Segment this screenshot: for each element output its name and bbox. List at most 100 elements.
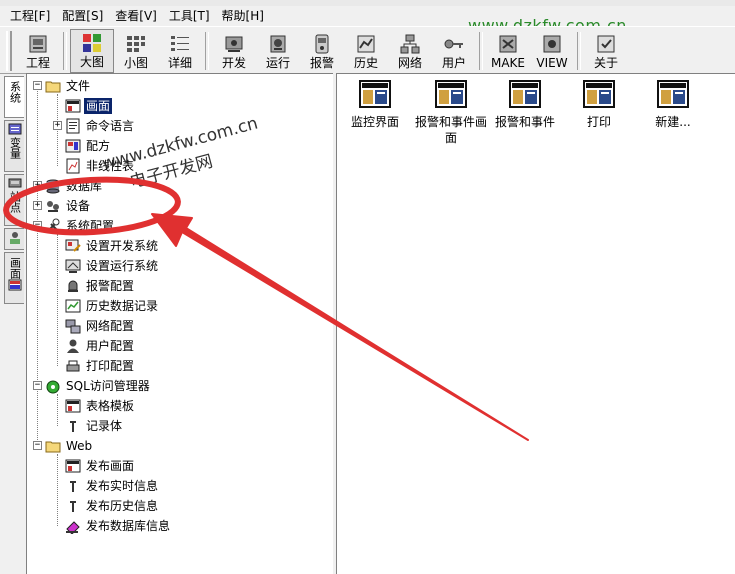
run-icon bbox=[270, 35, 286, 53]
toolbar-label: 运行 bbox=[265, 56, 290, 70]
toolbar-button-project[interactable]: 工程 bbox=[16, 29, 60, 73]
content-item-alarm-event-screen[interactable]: 报警和事件画面 bbox=[413, 80, 489, 146]
side-tab-label: 站点 bbox=[8, 191, 22, 213]
tree-item-network-config[interactable]: 网络配置 bbox=[65, 316, 136, 336]
large-icons-icon bbox=[83, 34, 101, 52]
database-icon bbox=[46, 179, 60, 194]
tree-item-label: 文件 bbox=[66, 79, 91, 93]
tree-item-publish-screen[interactable]: 发布画面 bbox=[65, 456, 136, 476]
toolbar-button-network[interactable]: 网络 bbox=[388, 29, 432, 73]
toolbar: 工程 大图 小图 详细 开发 运行 报警 历史 网络 用户 MAKE VIEW … bbox=[0, 26, 735, 74]
content-item-print[interactable]: 打印 bbox=[561, 80, 637, 130]
tree-item-label: 网络配置 bbox=[86, 319, 135, 333]
expand-toggle[interactable]: + bbox=[33, 201, 42, 210]
tree-item-device[interactable]: 设备 bbox=[45, 196, 92, 216]
alarm-bell-icon bbox=[68, 280, 78, 292]
tree-item-label: Web bbox=[66, 439, 93, 453]
collapse-toggle[interactable]: − bbox=[33, 81, 42, 90]
toolbar-separator bbox=[479, 32, 483, 70]
side-tab-people[interactable] bbox=[4, 228, 24, 250]
tree-item-user-config[interactable]: 用户配置 bbox=[65, 336, 136, 356]
screen-doc-icon bbox=[359, 80, 391, 108]
tree-item-label: 用户配置 bbox=[86, 339, 135, 353]
recipe-icon bbox=[65, 139, 81, 153]
tree-item-print-config[interactable]: 打印配置 bbox=[65, 356, 136, 376]
tree-item-label: 数据库 bbox=[66, 179, 103, 193]
collapse-toggle[interactable]: − bbox=[33, 221, 42, 230]
toolbar-separator bbox=[205, 32, 209, 70]
script-icon bbox=[66, 118, 80, 134]
network-icon bbox=[65, 319, 81, 334]
screen-icon bbox=[8, 279, 21, 291]
tree-item-file[interactable]: 文件 bbox=[45, 76, 92, 96]
collapse-toggle[interactable]: − bbox=[33, 441, 42, 450]
menu-view[interactable]: 查看[V] bbox=[109, 7, 163, 25]
expand-toggle[interactable]: + bbox=[33, 181, 42, 190]
toolbar-label: 关于 bbox=[593, 56, 618, 70]
tree-line bbox=[57, 234, 58, 366]
tree-item-label: 画面 bbox=[84, 98, 113, 114]
tree-item-run-settings[interactable]: 设置运行系统 bbox=[65, 256, 160, 276]
toolbar-label: 报警 bbox=[309, 56, 334, 70]
toolbar-button-run[interactable]: 运行 bbox=[256, 29, 300, 73]
tree-item-label: 发布画面 bbox=[86, 459, 135, 473]
tree-item-command-language[interactable]: 命令语言 bbox=[65, 116, 136, 136]
eraser-icon bbox=[66, 521, 80, 534]
toolbar-button-history[interactable]: 历史 bbox=[344, 29, 388, 73]
tree-item-table-template[interactable]: 表格模板 bbox=[65, 396, 136, 416]
toolbar-button-small-icons[interactable]: 小图 bbox=[114, 29, 158, 73]
expand-toggle[interactable]: + bbox=[53, 121, 62, 130]
tree-item-publish-database[interactable]: 发布数据库信息 bbox=[65, 516, 172, 536]
side-tab-screens[interactable]: 画面 bbox=[4, 252, 24, 304]
network-icon bbox=[400, 34, 420, 54]
tree-item-screens[interactable]: 画面 bbox=[65, 96, 113, 116]
tree-item-label: 记录体 bbox=[86, 419, 123, 433]
tree-item-label: 系统配置 bbox=[66, 219, 115, 233]
content-item-label: 报警和事件 bbox=[494, 115, 555, 129]
content-item-new[interactable]: 新建... bbox=[635, 80, 711, 130]
tree-item-dev-settings[interactable]: 设置开发系统 bbox=[65, 236, 160, 256]
record-icon bbox=[70, 481, 76, 492]
tree-item-sql-manager[interactable]: SQL访问管理器 bbox=[45, 376, 152, 396]
tree-item-system-config[interactable]: 系统配置 bbox=[45, 216, 116, 236]
toolbar-button-view[interactable]: VIEW bbox=[530, 29, 574, 73]
menu-tools[interactable]: 工具[T] bbox=[163, 7, 216, 25]
screen-doc-icon bbox=[657, 80, 689, 108]
tree-item-web[interactable]: Web bbox=[45, 436, 94, 456]
tree-item-database[interactable]: 数据库 bbox=[45, 176, 104, 196]
tree-item-label: 设置开发系统 bbox=[86, 239, 159, 253]
tree-item-publish-history[interactable]: 发布历史信息 bbox=[65, 496, 160, 516]
side-tab-station[interactable]: 站点 bbox=[4, 174, 24, 226]
small-icons-icon bbox=[127, 36, 145, 52]
tree-item-alarm-config[interactable]: 报警配置 bbox=[65, 276, 136, 296]
content-item-label: 打印 bbox=[586, 115, 611, 129]
user-icon bbox=[67, 339, 79, 353]
collapse-toggle[interactable]: − bbox=[33, 381, 42, 390]
content-item-alarm-event[interactable]: 报警和事件 bbox=[487, 80, 563, 130]
toolbar-button-details[interactable]: 详细 bbox=[158, 29, 202, 73]
side-tab-variables[interactable]: 变量 bbox=[4, 120, 24, 172]
content-item-monitor[interactable]: 监控界面 bbox=[337, 80, 413, 130]
side-tab-system[interactable]: 系统 bbox=[4, 76, 24, 118]
toolbar-button-large-icons[interactable]: 大图 bbox=[70, 29, 114, 73]
toolbar-button-develop[interactable]: 开发 bbox=[212, 29, 256, 73]
toolbar-button-make[interactable]: MAKE bbox=[486, 29, 530, 73]
folder-icon bbox=[45, 441, 61, 453]
content-view: 监控界面 报警和事件画面 报警和事件 打印 新建... bbox=[336, 73, 735, 574]
menu-help[interactable]: 帮助[H] bbox=[216, 7, 270, 25]
tree-item-record-body[interactable]: 记录体 bbox=[65, 416, 124, 436]
toolbar-grip[interactable] bbox=[6, 31, 12, 71]
tree-item-publish-realtime[interactable]: 发布实时信息 bbox=[65, 476, 160, 496]
toolbar-button-alarm[interactable]: 报警 bbox=[300, 29, 344, 73]
tools-icon bbox=[46, 218, 60, 233]
tree-item-label: 设置运行系统 bbox=[86, 259, 159, 273]
toolbar-button-user[interactable]: 用户 bbox=[432, 29, 476, 73]
tree-line bbox=[57, 394, 58, 426]
tree-item-history-record[interactable]: 历史数据记录 bbox=[65, 296, 160, 316]
content-item-label: 监控界面 bbox=[350, 115, 399, 129]
menu-project[interactable]: 工程[F] bbox=[0, 7, 56, 25]
content-item-label: 新建... bbox=[655, 115, 691, 129]
record-icon bbox=[70, 421, 76, 432]
menu-config[interactable]: 配置[S] bbox=[56, 7, 109, 25]
toolbar-button-about[interactable]: 关于 bbox=[584, 29, 628, 73]
